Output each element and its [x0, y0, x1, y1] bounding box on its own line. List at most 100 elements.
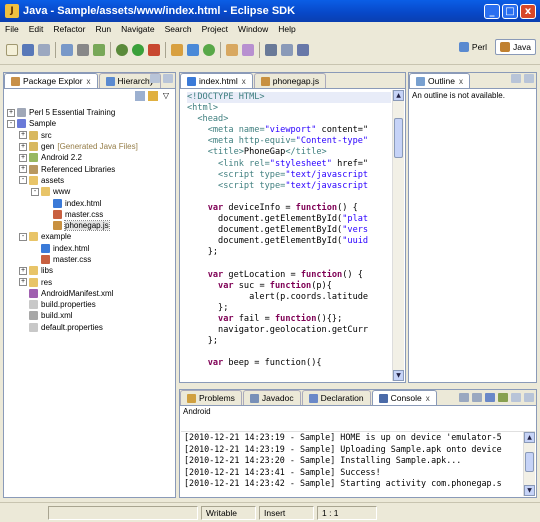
- close-icon[interactable]: x: [459, 77, 463, 86]
- tab-problems[interactable]: Problems: [180, 390, 242, 405]
- toggle-breadcrumb-icon[interactable]: [297, 43, 309, 56]
- android-sdk-icon[interactable]: [93, 43, 105, 56]
- tree-item[interactable]: + Android 2.2: [5, 152, 174, 163]
- tree-item[interactable]: - example: [5, 231, 174, 242]
- tab-console[interactable]: Console x: [371, 390, 437, 405]
- minimize-icon[interactable]: [150, 74, 160, 83]
- tab-phonegap-js[interactable]: phonegap.js: [253, 73, 327, 88]
- show-whitespace-icon[interactable]: [281, 43, 293, 56]
- tree-item[interactable]: + res: [5, 276, 174, 287]
- open-folder-icon[interactable]: [226, 43, 238, 56]
- save-icon[interactable]: [22, 43, 34, 56]
- tree-item[interactable]: + src: [5, 130, 174, 141]
- tab-label: Outline: [428, 76, 455, 86]
- tab-package-explorer[interactable]: Package Explor x: [4, 73, 98, 88]
- collapse-all-icon[interactable]: [135, 91, 145, 101]
- menu-refactor[interactable]: Refactor: [48, 24, 90, 34]
- new-package-icon[interactable]: [171, 43, 183, 56]
- tree-item[interactable]: index.html: [5, 243, 174, 254]
- expand-icon[interactable]: +: [19, 266, 27, 275]
- tree-item[interactable]: + libs: [5, 265, 174, 276]
- view-menu-icon[interactable]: ▽: [161, 91, 171, 101]
- link-with-editor-icon[interactable]: [148, 91, 158, 101]
- close-icon[interactable]: x: [87, 77, 91, 86]
- tree-item[interactable]: AndroidManifest.xml: [5, 288, 174, 299]
- code-editor[interactable]: <!DOCTYPE HTML> <html> <head> <meta name=…: [181, 90, 391, 381]
- tree-item[interactable]: build.xml: [5, 310, 174, 321]
- tab-declaration[interactable]: Declaration: [301, 390, 371, 405]
- menu-edit[interactable]: Edit: [24, 24, 49, 34]
- menu-window[interactable]: Window: [233, 24, 273, 34]
- expand-icon[interactable]: +: [19, 165, 27, 174]
- collapse-icon[interactable]: -: [7, 119, 15, 128]
- run-icon[interactable]: [132, 43, 144, 56]
- perspective-perl[interactable]: Perl: [454, 39, 492, 55]
- tree-item[interactable]: phonegap.js: [5, 220, 174, 232]
- collapse-icon[interactable]: -: [19, 232, 27, 241]
- tree-item[interactable]: default.properties: [5, 322, 174, 333]
- scroll-down-icon[interactable]: ▼: [524, 485, 535, 496]
- tab-outline[interactable]: Outline x: [409, 73, 470, 88]
- fast-view-icon[interactable]: [3, 506, 19, 520]
- tree-item[interactable]: - Sample: [5, 118, 174, 129]
- display-console-icon[interactable]: [485, 393, 495, 402]
- tree-item[interactable]: + Referenced Libraries: [5, 163, 174, 174]
- menu-project[interactable]: Project: [197, 24, 233, 34]
- maximize-button[interactable]: □: [502, 3, 518, 19]
- tree-item[interactable]: master.css: [5, 254, 174, 265]
- close-icon[interactable]: x: [426, 394, 430, 403]
- maximize-icon[interactable]: [524, 74, 534, 83]
- tree-item[interactable]: + Perl 5 Essential Training: [5, 107, 174, 118]
- menu-navigate[interactable]: Navigate: [116, 24, 160, 34]
- close-icon[interactable]: x: [242, 77, 246, 86]
- tree-item[interactable]: master.css: [5, 209, 174, 220]
- expand-icon[interactable]: +: [19, 131, 27, 140]
- collapse-icon[interactable]: -: [19, 176, 27, 185]
- close-window-button[interactable]: x: [520, 3, 536, 19]
- tree-item[interactable]: - assets: [5, 175, 174, 186]
- minimize-button[interactable]: _: [484, 3, 500, 19]
- editor-scrollbar[interactable]: ▲ ▼: [392, 90, 404, 381]
- scroll-thumb[interactable]: [394, 118, 403, 158]
- new-interface-icon[interactable]: [203, 43, 215, 56]
- expand-icon[interactable]: +: [19, 278, 27, 287]
- menu-file[interactable]: File: [0, 24, 24, 34]
- tab-label: phonegap.js: [272, 76, 320, 86]
- scroll-up-icon[interactable]: ▲: [524, 432, 535, 443]
- collapse-icon[interactable]: -: [31, 187, 39, 196]
- scroll-down-icon[interactable]: ▼: [393, 370, 404, 381]
- tab-index-html[interactable]: index.html x: [180, 73, 253, 88]
- debug-icon[interactable]: [116, 43, 128, 56]
- clear-console-icon[interactable]: [459, 393, 469, 402]
- tree-item[interactable]: build.properties: [5, 299, 174, 310]
- tree-item[interactable]: - www: [5, 186, 174, 197]
- perspective-java[interactable]: Java: [495, 39, 536, 55]
- maximize-icon[interactable]: [163, 74, 173, 83]
- expand-icon[interactable]: +: [7, 108, 15, 117]
- menu-help[interactable]: Help: [273, 24, 300, 34]
- scroll-thumb[interactable]: [525, 452, 534, 472]
- open-type-icon[interactable]: [61, 43, 73, 56]
- open-console-icon[interactable]: [498, 393, 508, 402]
- expand-icon[interactable]: +: [19, 142, 27, 151]
- minimize-icon[interactable]: [511, 74, 521, 83]
- scroll-lock-icon[interactable]: [472, 393, 482, 402]
- menu-search[interactable]: Search: [160, 24, 197, 34]
- scroll-up-icon[interactable]: ▲: [393, 90, 404, 101]
- minimize-icon[interactable]: [511, 393, 521, 402]
- tree-item[interactable]: + gen [Generated Java Files]: [5, 141, 174, 152]
- tab-javadoc[interactable]: Javadoc: [242, 390, 301, 405]
- expand-icon[interactable]: +: [19, 153, 27, 162]
- tree-item[interactable]: index.html: [5, 197, 174, 208]
- menu-run[interactable]: Run: [90, 24, 116, 34]
- print-icon[interactable]: [38, 43, 50, 56]
- console-scrollbar[interactable]: ▲ ▼: [523, 432, 535, 496]
- search-tool-icon[interactable]: [242, 43, 254, 56]
- new-icon[interactable]: [6, 43, 18, 56]
- task-icon[interactable]: [77, 43, 89, 56]
- console-output[interactable]: [2010-12-21 14:23:19 - Sample] HOME is u…: [181, 432, 522, 496]
- new-class-icon[interactable]: [187, 43, 199, 56]
- external-tools-icon[interactable]: [148, 43, 160, 56]
- maximize-icon[interactable]: [524, 393, 534, 402]
- toggle-mark-icon[interactable]: [265, 43, 277, 56]
